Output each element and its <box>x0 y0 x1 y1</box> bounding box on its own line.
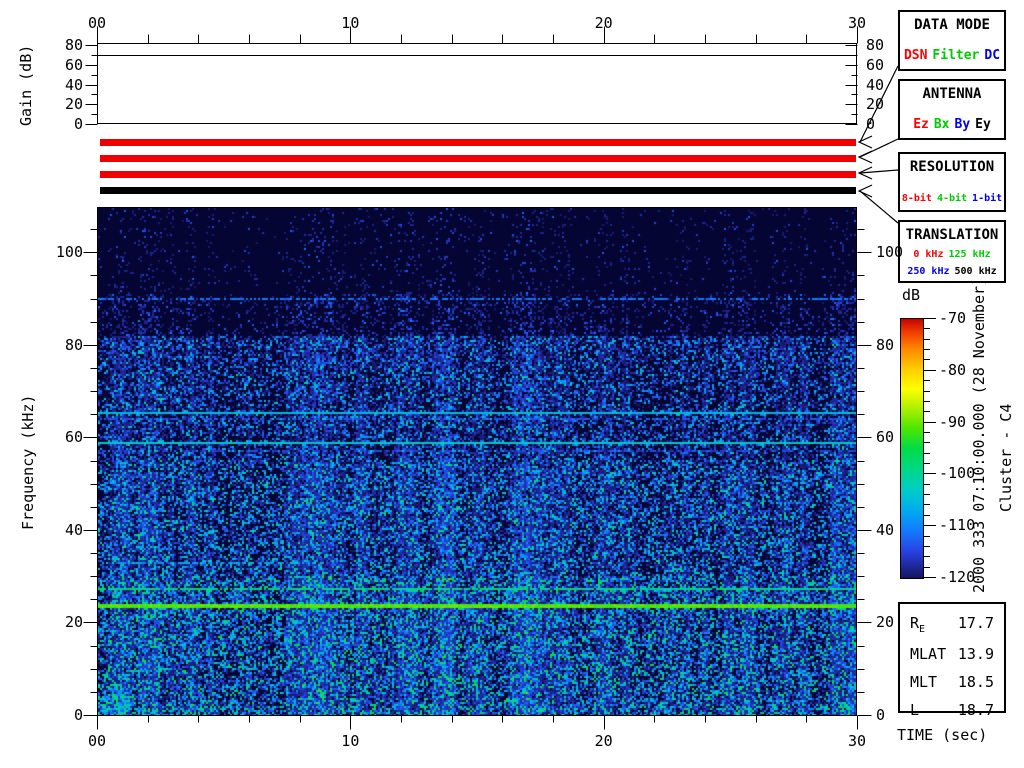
option-bx: Bx <box>933 117 950 132</box>
colorbar-tick-label: -100 <box>939 464 976 483</box>
top-time-tick-label: 00 <box>87 14 107 32</box>
antenna-bar <box>100 155 856 162</box>
freq-tick-label-right: 20 <box>876 613 895 632</box>
gain-axis-label: Gain (dB) <box>17 44 35 126</box>
gain-tick-label-left: 0 <box>73 115 83 133</box>
resolution-box: RESOLUTION 8-bit 4-bit 1-bit <box>898 152 1006 212</box>
top-time-tick-label: 30 <box>847 14 867 32</box>
gain-tick-label-right: 60 <box>866 55 885 74</box>
option-500-khz: 500 kHz <box>954 266 997 277</box>
freq-tick-label-right: 60 <box>876 428 895 447</box>
ephemeris-row-mlt: MLT 18.5 <box>910 673 994 691</box>
option-dsn: DSN <box>903 48 928 63</box>
colorbar-tick-label: -90 <box>939 412 967 431</box>
freq-tick-label-right: 100 <box>876 243 904 262</box>
colorbar-tick-label: -110 <box>939 516 976 535</box>
freq-tick-label-left: 80 <box>64 335 83 354</box>
gain-tick-label-right: 0 <box>866 115 876 133</box>
frequency-axis-label: Frequency (kHz) <box>19 394 37 530</box>
colorbar-tick-label: -80 <box>939 360 967 379</box>
freq-tick-label-left: 20 <box>64 613 83 632</box>
option-125-khz: 125 kHz <box>948 249 991 260</box>
top-time-tick-label: 10 <box>341 14 360 32</box>
top-time-tick-label: 20 <box>594 14 613 32</box>
bottom-time-tick-label: 20 <box>594 732 613 750</box>
antenna-box: ANTENNA Ez Bx By Ey <box>898 79 1006 140</box>
spacecraft-annotation: Cluster - C4 <box>997 403 1015 512</box>
option-8-bit: 8-bit <box>901 193 932 204</box>
option-dc: DC <box>984 48 1001 63</box>
colorbar-units-label: dB <box>901 286 921 304</box>
option-4-bit: 4-bit <box>936 193 968 204</box>
option-filter: Filter <box>932 48 980 63</box>
option-by: By <box>954 117 971 132</box>
gain-tick-label-left: 80 <box>64 36 83 54</box>
freq-tick-label-left: 40 <box>64 520 83 539</box>
bottom-time-tick-label: 30 <box>847 732 867 750</box>
gain-tick-label-left: 60 <box>64 55 83 74</box>
box-title: RESOLUTION <box>909 159 995 175</box>
data-mode-bar <box>100 139 856 146</box>
freq-tick-label-left: 100 <box>55 243 83 262</box>
option-250-khz: 250 kHz <box>907 266 950 277</box>
freq-tick-label-right: 0 <box>876 706 886 724</box>
box-title: TRANSLATION <box>905 227 999 243</box>
gain-tick-label-left: 40 <box>64 75 83 94</box>
freq-tick-label-right: 80 <box>876 335 895 354</box>
gain-tick-label-right: 20 <box>866 95 885 114</box>
colorbar-tick-label: -120 <box>939 568 976 586</box>
ephemeris-row-mlat: MLAT 13.9 <box>910 645 994 663</box>
box-title: DATA MODE <box>914 17 990 33</box>
gain-tick-label-right: 40 <box>866 75 885 94</box>
time-axis-label: TIME (sec) <box>897 726 988 744</box>
colorbar-tick-label: -70 <box>939 309 967 327</box>
box-title: ANTENNA <box>922 86 982 102</box>
ephemeris-row-l: L 18.7 <box>910 701 994 719</box>
freq-tick-label-right: 40 <box>876 520 895 539</box>
option-ez: Ez <box>913 117 929 132</box>
bottom-time-tick-label: 10 <box>341 732 360 750</box>
resolution-bar <box>100 171 856 178</box>
option-1-bit: 1-bit <box>972 193 1003 204</box>
translation-bar <box>100 187 856 194</box>
ephemeris-row-re: RE 17.7 <box>910 614 994 635</box>
axis-lines <box>83 26 936 730</box>
gain-tick-label-right: 80 <box>866 36 885 54</box>
data-mode-box: DATA MODE DSN Filter DC <box>898 10 1006 71</box>
bottom-time-tick-label: 00 <box>87 732 107 750</box>
gain-tick-label-left: 20 <box>64 95 83 114</box>
wbd-spectrogram-page: Gain (dB) Frequency (kHz) dB TIME (sec) … <box>0 0 1024 768</box>
freq-tick-label-left: 0 <box>73 706 83 724</box>
option-ey: Ey <box>975 117 991 132</box>
freq-tick-label-left: 60 <box>64 428 83 447</box>
